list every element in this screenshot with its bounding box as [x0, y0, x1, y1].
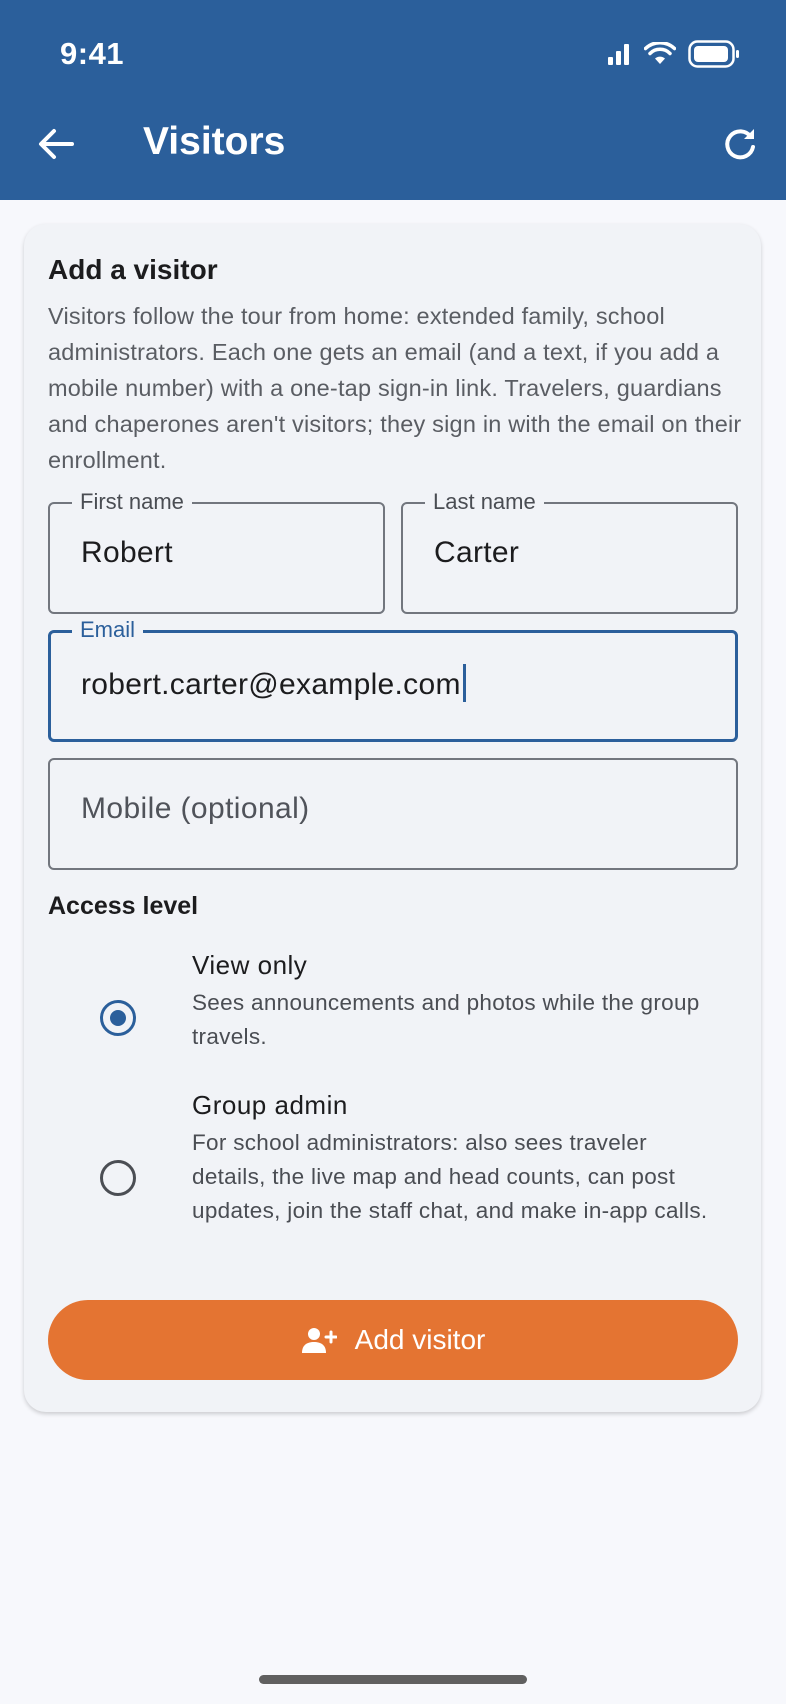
back-button[interactable]: [30, 118, 82, 170]
home-indicator: [259, 1675, 527, 1684]
radio-selected[interactable]: [100, 1000, 136, 1036]
option-description: Sees announcements and photos while the …: [192, 990, 700, 1049]
add-visitor-button[interactable]: Add visitor: [48, 1300, 738, 1380]
mobile-placeholder: Mobile (optional): [81, 792, 310, 825]
card-description: Visitors follow the tour from home: exte…: [48, 303, 742, 473]
text-caret: [462, 664, 466, 702]
signal-icon: [608, 44, 629, 65]
status-icons: [606, 40, 740, 68]
arrow-left-icon: [39, 129, 74, 159]
refresh-icon: [725, 129, 755, 160]
add-visitor-label: Add visitor: [354, 1324, 486, 1355]
refresh-button[interactable]: [714, 118, 766, 170]
app-bar: 9:41 Visitors: [0, 0, 786, 200]
option-title: View only: [192, 950, 308, 980]
card-title: Add a visitor: [48, 254, 218, 285]
wifi-icon: [644, 42, 676, 64]
access-level-label: Access level: [48, 892, 199, 920]
first-name-value: Robert: [81, 536, 173, 569]
last-name-field[interactable]: Last name Carter: [401, 488, 738, 614]
option-description: For school administrators: also sees tra…: [192, 1130, 708, 1223]
access-option-view-only[interactable]: View only Sees announcements and photos …: [24, 944, 761, 1064]
add-visitor-card: Add a visitor Visitors follow the tour f…: [24, 224, 761, 1412]
email-value-wrap: robert.carter@example.com: [81, 664, 466, 702]
first-name-label: First name: [72, 488, 192, 516]
first-name-field[interactable]: First name Robert: [48, 488, 385, 614]
person-add-icon: [301, 1328, 337, 1353]
last-name-label: Last name: [425, 488, 544, 516]
last-name-value: Carter: [434, 536, 520, 569]
email-value: robert.carter@example.com: [81, 668, 461, 701]
mobile-field[interactable]: Mobile (optional): [48, 758, 738, 870]
radio-unselected[interactable]: [100, 1160, 136, 1196]
email-field[interactable]: Email robert.carter@example.com: [48, 616, 738, 742]
option-title: Group admin: [192, 1090, 348, 1120]
email-label: Email: [72, 616, 144, 644]
access-option-group-admin[interactable]: Group admin For school administrators: a…: [24, 1084, 761, 1284]
battery-icon: [688, 40, 739, 68]
status-time: 9:41: [60, 36, 125, 71]
page-title: Visitors: [143, 120, 286, 163]
